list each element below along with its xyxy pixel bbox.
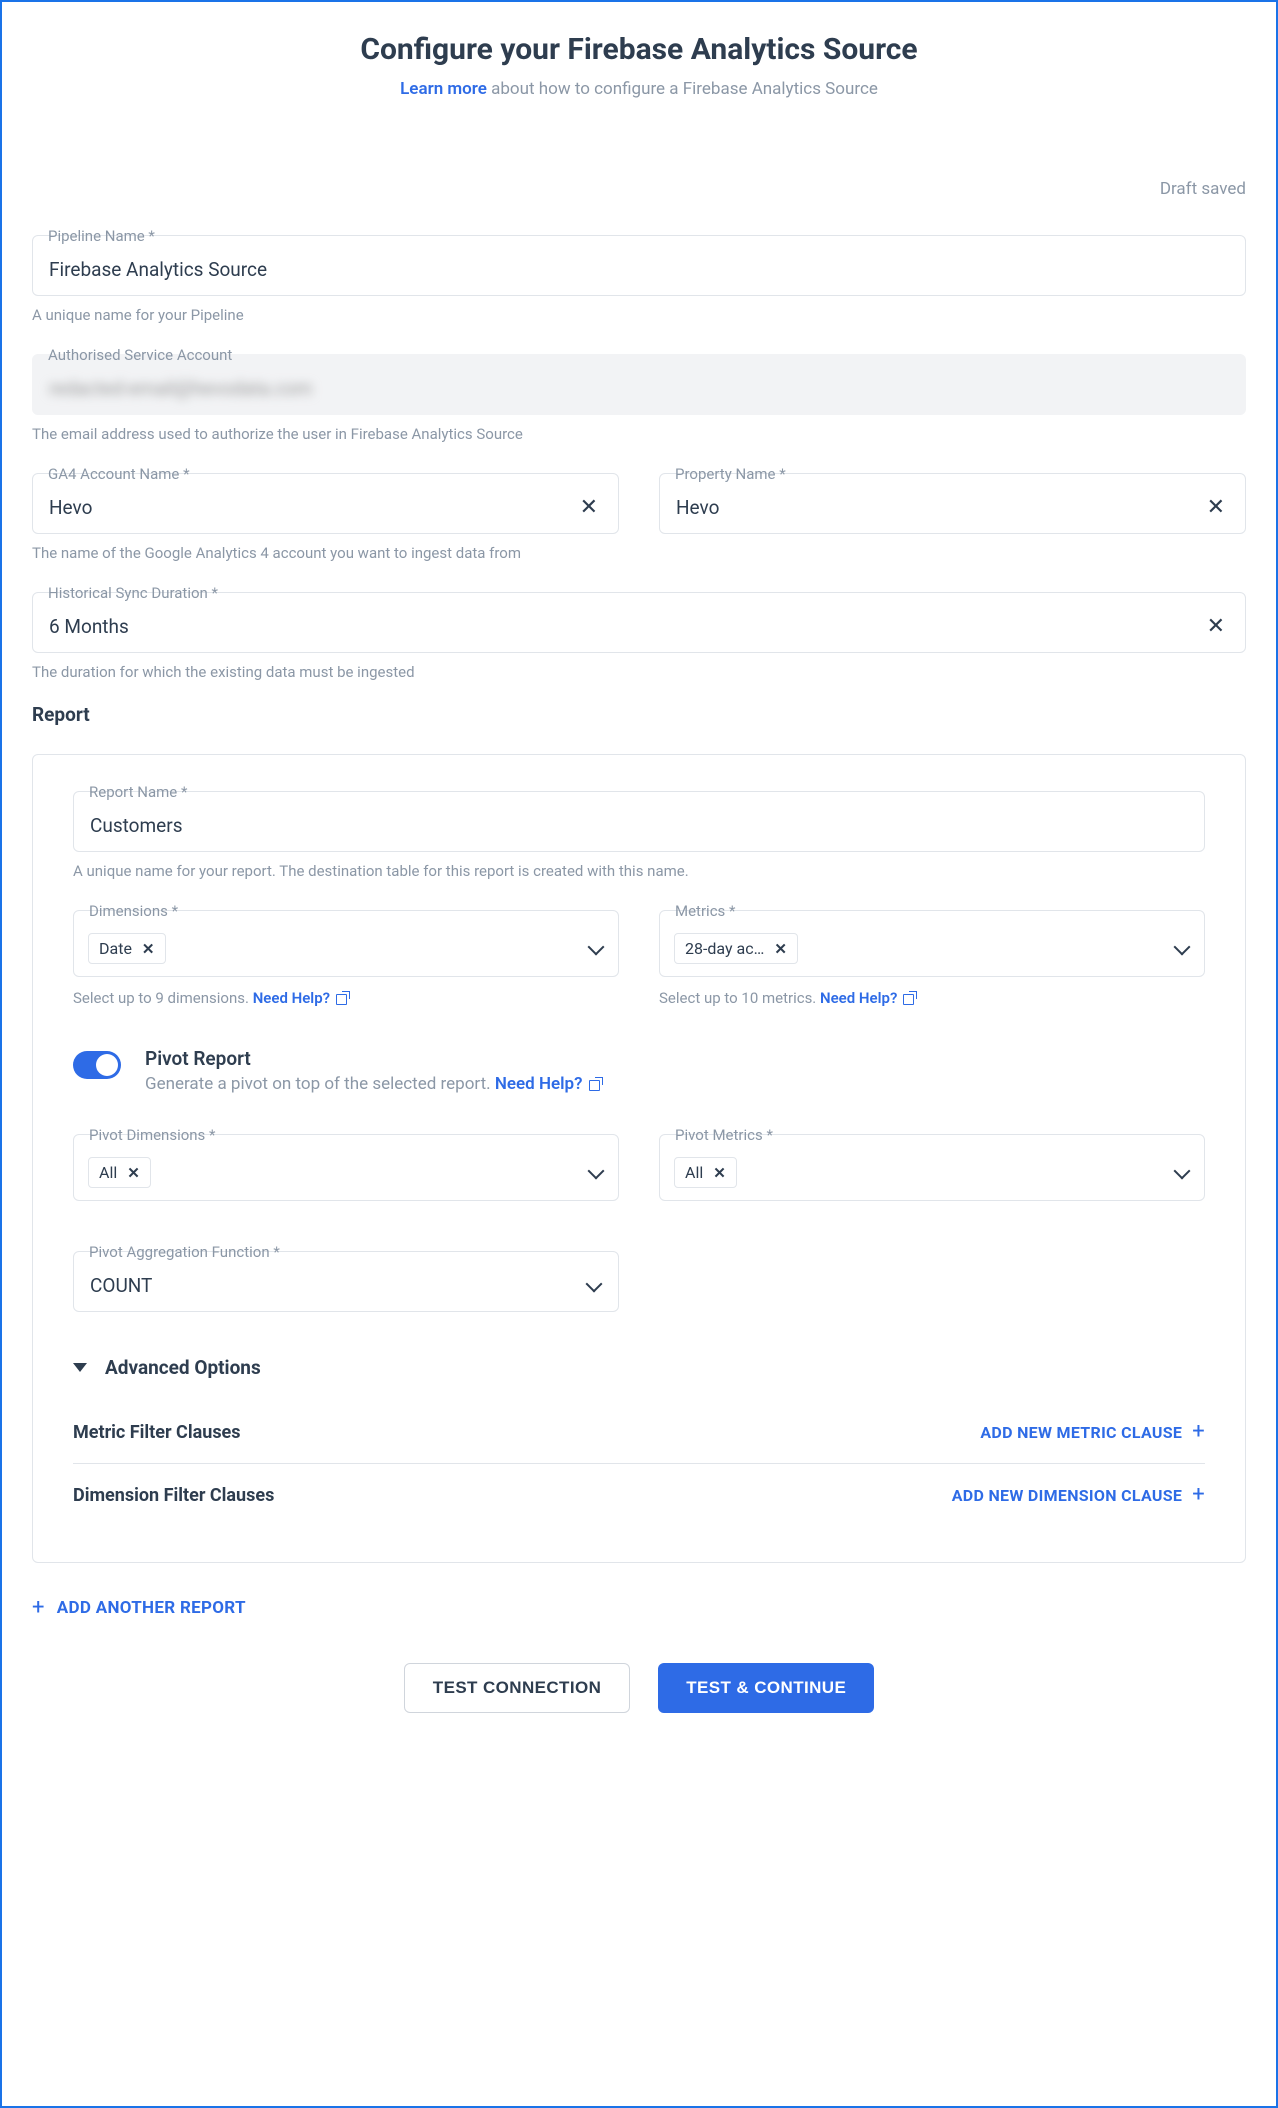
remove-chip-icon[interactable]: ✕ [713,1164,726,1182]
chevron-down-icon[interactable] [1174,941,1190,957]
remove-chip-icon[interactable]: ✕ [774,940,787,958]
report-name-helper: A unique name for your report. The desti… [73,862,1205,880]
chevron-down-icon[interactable] [588,1165,604,1181]
chevron-down-icon[interactable] [588,941,604,957]
service-account-helper: The email address used to authorize the … [32,425,1246,443]
pipeline-name-value: Firebase Analytics Source [49,258,1229,281]
pivot-help-link[interactable]: Need Help? [495,1074,602,1094]
clear-icon[interactable]: ✕ [1203,616,1229,638]
remove-chip-icon[interactable]: ✕ [127,1164,140,1182]
clear-icon[interactable]: ✕ [576,497,602,519]
pivot-dimensions-input[interactable]: All ✕ [73,1134,619,1201]
page-title: Configure your Firebase Analytics Source [32,32,1246,67]
ga4-account-helper: The name of the Google Analytics 4 accou… [32,544,619,562]
pivot-agg-value: COUNT [90,1274,152,1297]
external-link-icon [589,1078,602,1091]
metric-filter-clauses-title: Metric Filter Clauses [73,1422,241,1443]
chip-label: All [99,1163,117,1182]
ga4-account-value: Hevo [49,496,576,519]
plus-icon: + [1192,1484,1205,1506]
clear-icon[interactable]: ✕ [1203,497,1229,519]
pivot-metrics-label: Pivot Metrics * [675,1126,1205,1144]
ga4-account-label: GA4 Account Name * [48,465,619,483]
external-link-icon [336,992,349,1005]
pipeline-name-label: Pipeline Name * [48,227,1246,245]
dimensions-input[interactable]: Date ✕ [73,910,619,977]
remove-chip-icon[interactable]: ✕ [142,940,155,958]
page-subtitle: Learn more about how to configure a Fire… [32,79,1246,99]
external-link-icon [903,992,916,1005]
metrics-label: Metrics * [675,902,1205,920]
add-another-report-button[interactable]: + ADD ANOTHER REPORT [32,1597,246,1619]
plus-icon: + [32,1597,45,1619]
report-name-value: Customers [90,814,1188,837]
service-account-value: redacted-email@hevodata.com [49,377,1229,400]
pivot-dimension-chip: All ✕ [88,1157,151,1188]
report-section-heading: Report [32,703,1246,726]
test-continue-button[interactable]: TEST & CONTINUE [658,1663,874,1713]
test-connection-button[interactable]: TEST CONNECTION [404,1663,630,1713]
dimension-filter-clauses-title: Dimension Filter Clauses [73,1485,274,1506]
chip-label: Date [99,939,132,958]
dimensions-helper: Select up to 9 dimensions. Need Help? [73,989,619,1007]
metrics-help-link[interactable]: Need Help? [820,989,916,1007]
historical-sync-value: 6 Months [49,615,1203,638]
pivot-report-desc: Generate a pivot on top of the selected … [145,1074,602,1094]
metric-chip: 28-day ac… ✕ [674,933,798,964]
chevron-down-icon[interactable] [586,1278,602,1294]
learn-more-link[interactable]: Learn more [400,79,487,99]
report-name-label: Report Name * [89,783,1205,801]
historical-sync-helper: The duration for which the existing data… [32,663,1246,681]
chip-label: 28-day ac… [685,939,764,958]
metrics-input[interactable]: 28-day ac… ✕ [659,910,1205,977]
pipeline-name-helper: A unique name for your Pipeline [32,306,1246,324]
add-dimension-clause-button[interactable]: ADD NEW DIMENSION CLAUSE + [952,1484,1205,1506]
pivot-agg-label: Pivot Aggregation Function * [89,1243,619,1261]
pivot-dimensions-label: Pivot Dimensions * [89,1126,619,1144]
pivot-metric-chip: All ✕ [674,1157,737,1188]
chip-label: All [685,1163,703,1182]
pivot-report-toggle[interactable] [73,1051,121,1079]
dimensions-help-link[interactable]: Need Help? [253,989,349,1007]
chevron-down-icon[interactable] [1174,1165,1190,1181]
plus-icon: + [1192,1421,1205,1443]
property-name-value: Hevo [676,496,1203,519]
subtitle-text: about how to configure a Firebase Analyt… [487,79,878,99]
advanced-options-title: Advanced Options [105,1356,261,1379]
service-account-label: Authorised Service Account [48,346,1246,364]
triangle-down-icon [73,1363,87,1372]
historical-sync-label: Historical Sync Duration * [48,584,1246,602]
pivot-metrics-input[interactable]: All ✕ [659,1134,1205,1201]
property-name-label: Property Name * [675,465,1246,483]
pivot-report-title: Pivot Report [145,1047,602,1070]
add-metric-clause-button[interactable]: ADD NEW METRIC CLAUSE + [980,1421,1205,1443]
metrics-helper: Select up to 10 metrics. Need Help? [659,989,1205,1007]
dimension-chip: Date ✕ [88,933,166,964]
draft-status: Draft saved [32,179,1246,199]
advanced-options-toggle[interactable]: Advanced Options [73,1356,1205,1379]
dimensions-label: Dimensions * [89,902,619,920]
report-card: Report Name * Customers A unique name fo… [32,754,1246,1563]
